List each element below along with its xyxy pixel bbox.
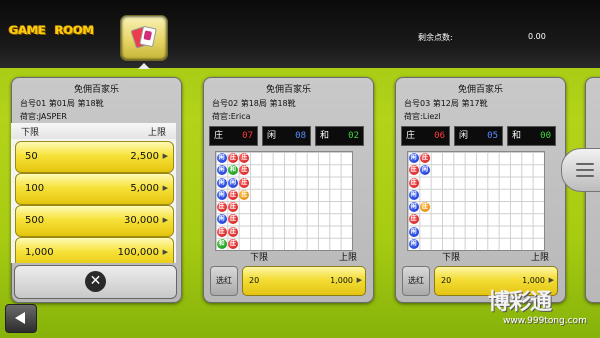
- bead-marker: 闲: [216, 165, 227, 176]
- bead-marker: 闲: [408, 189, 419, 200]
- bead-marker: 庄: [228, 153, 239, 163]
- bead-road: 闲庄庄闲和庄闲闲庄闲庄庄庄庄闲庄庄庄和庄: [215, 151, 353, 251]
- bead-marker: 庄: [228, 226, 239, 237]
- table-name: 免佣百家乐: [265, 85, 311, 95]
- banker-count: 庄 07: [209, 126, 258, 146]
- table-card-03[interactable]: 免佣百家乐 台号03 第12局 第17靴 荷官:Liezl 庄 06 闲 05 和0…: [395, 77, 566, 303]
- bead-marker: 庄: [216, 226, 227, 237]
- bead-marker: 庄: [239, 153, 250, 163]
- bead-marker: 闲: [216, 189, 227, 200]
- points-label: 剩余点数:: [418, 33, 453, 42]
- limit-min: 100: [25, 183, 45, 194]
- limit-option[interactable]: 500 30,000 ▶: [15, 205, 174, 237]
- dealer-name: 荷官:JASPER: [20, 112, 67, 121]
- bead-marker: 和: [216, 238, 227, 249]
- bead-marker: 闲: [228, 177, 239, 188]
- bead-marker: 庄: [228, 238, 239, 249]
- bead-marker: 庄: [228, 189, 239, 200]
- bead-marker: 庄: [408, 177, 419, 188]
- bead-marker: 闲: [408, 238, 419, 249]
- side-menu-button[interactable]: [561, 148, 600, 192]
- chevron-right-icon: ▶: [162, 248, 168, 256]
- limit-max: 100,000: [117, 247, 159, 258]
- watermark-logo: 博彩通: [488, 290, 552, 315]
- bead-marker: 庄: [239, 165, 250, 176]
- cards-icon: [130, 25, 157, 49]
- chevron-right-icon: ▶: [162, 184, 168, 192]
- limit-max: 5,000: [130, 183, 159, 194]
- dealer-name: 荷官:Liezl: [404, 112, 441, 121]
- bead-marker: 庄: [228, 214, 239, 225]
- points-value: 0.00: [528, 32, 546, 41]
- min-header: 下限: [21, 128, 40, 138]
- player-count: 闲 05: [454, 126, 503, 146]
- table-header: 免佣百家乐 台号02 第18局 第18靴 荷官:Erica: [210, 80, 367, 124]
- limit-list: 下限 上限 50 2,500 ▶ 100 5,000 ▶ 500 30,000 …: [11, 123, 176, 263]
- bead-marker: 庄: [408, 165, 419, 176]
- top-bar: GAME ROOM 剩余点数: 0.00: [0, 0, 600, 69]
- dealer-name: 荷官:Erica: [212, 112, 251, 121]
- bead-marker: 庄: [420, 202, 431, 212]
- menu-icon: [576, 163, 594, 181]
- close-icon: ✕: [85, 271, 106, 292]
- tie-count: 和 00: [507, 126, 556, 146]
- logo-word-game: GAME: [9, 23, 46, 37]
- limit-header: 下限 上限: [442, 253, 549, 263]
- baccarat-game-tile[interactable]: [120, 15, 168, 61]
- table-header: 免佣百家乐 台号01 第01局 第18靴 荷官:JASPER: [18, 80, 175, 124]
- watermark-url: www.999tong.com: [503, 316, 587, 326]
- range-max: 1,000: [330, 276, 353, 285]
- bead-marker: 闲: [408, 202, 419, 212]
- player-count: 闲 08: [262, 126, 311, 146]
- chevron-right-icon: ▶: [162, 216, 168, 224]
- tie-count: 和 02: [315, 126, 364, 146]
- table-name: 免佣百家乐: [457, 85, 503, 95]
- bead-marker: 闲: [420, 165, 431, 176]
- bead-marker: 庄: [420, 153, 431, 163]
- limit-range-button[interactable]: 20 1,000 ▶: [242, 266, 366, 296]
- bead-marker: 闲: [408, 226, 419, 237]
- bead-marker: 闲: [216, 153, 227, 163]
- table-info: 台号01 第01局 第18靴: [20, 99, 104, 108]
- limit-min: 50: [25, 151, 38, 162]
- limit-option[interactable]: 50 2,500 ▶: [15, 141, 174, 173]
- bead-marker: 庄: [239, 189, 250, 200]
- limit-min: 500: [25, 215, 45, 226]
- limit-option[interactable]: 1,000 100,000 ▶: [15, 237, 174, 263]
- select-red-button[interactable]: 选红: [402, 266, 430, 296]
- table-name: 免佣百家乐: [73, 85, 119, 95]
- bead-marker: 闲: [408, 153, 419, 163]
- selected-indicator-icon: [138, 63, 150, 69]
- chevron-right-icon: ▶: [162, 152, 168, 160]
- table-info: 台号03 第12局 第17靴: [404, 99, 488, 108]
- bead-marker: 庄: [408, 214, 419, 225]
- game-room-logo: GAME ROOM: [9, 23, 103, 41]
- bead-marker: 庄: [228, 202, 239, 212]
- range-min: 20: [249, 276, 260, 285]
- table-info: 台号02 第18局 第18靴: [212, 99, 296, 108]
- close-limit-button[interactable]: ✕: [14, 265, 177, 299]
- limit-list-header: 下限 上限: [11, 123, 176, 139]
- limit-min: 1,000: [25, 247, 54, 258]
- bead-marker: 和: [228, 165, 239, 176]
- chevron-right-icon: ▶: [548, 276, 554, 284]
- table-card-02[interactable]: 免佣百家乐 台号02 第18局 第18靴 荷官:Erica 庄 07 闲 08 和0…: [203, 77, 374, 303]
- limit-header: 下限 上限: [250, 253, 357, 263]
- chevron-right-icon: ▶: [356, 276, 362, 284]
- limit-max: 30,000: [124, 215, 159, 226]
- bead-marker: 闲: [216, 214, 227, 225]
- table-header: 免佣百家乐 台号03 第12局 第17靴 荷官:Liezl: [402, 80, 559, 124]
- max-header: 上限: [147, 128, 166, 138]
- banker-count: 庄 06: [401, 126, 450, 146]
- limit-max: 2,500: [130, 151, 159, 162]
- back-button[interactable]: [5, 304, 37, 333]
- select-red-button[interactable]: 选红: [210, 266, 238, 296]
- bead-marker: 庄: [216, 202, 227, 212]
- bead-marker: 闲: [216, 177, 227, 188]
- bead-road: 闲庄庄闲庄闲闲庄庄闲闲: [407, 151, 545, 251]
- range-min: 20: [441, 276, 452, 285]
- limit-option[interactable]: 100 5,000 ▶: [15, 173, 174, 205]
- bead-marker: 庄: [239, 177, 250, 188]
- logo-word-room: ROOM: [54, 23, 94, 37]
